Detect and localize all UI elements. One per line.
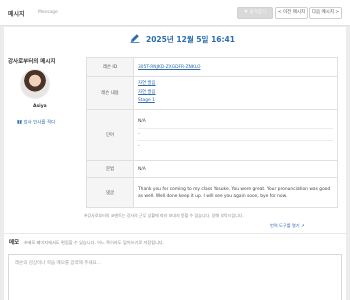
tutor-profile-link-label: 강사 인사를 적다 (23, 120, 56, 126)
translate-tool-link[interactable]: 번역 도구를 열기 ↗ (270, 223, 305, 229)
word-value-1: N/A (138, 116, 333, 129)
memo-textarea[interactable] (8, 254, 342, 300)
external-link-icon: ↗ (300, 224, 305, 229)
lesson-content-link-2[interactable]: 자연 발음 (138, 89, 333, 98)
favorite-button[interactable]: ♥ 즐겨찾기 (237, 7, 273, 19)
gift-icon (17, 120, 22, 124)
lesson-id-header: 레슨 ID (86, 57, 134, 77)
comment-header: 댓글 (86, 177, 134, 208)
grammar-header: 문법 (86, 160, 134, 178)
word-header: 단어 (86, 109, 134, 161)
lesson-content-link-3[interactable]: Stage 1 (138, 97, 333, 106)
tutor-avatar (20, 69, 50, 99)
memo-title: 메모 (9, 240, 20, 246)
message-date: 2025년 12월 5일 16:41 (146, 35, 235, 44)
word-value-3: - (138, 144, 140, 150)
prev-message-button[interactable]: < 이전 메시지 (275, 7, 308, 19)
top-bar: 메시지 Message ♥ 즐겨찾기 < 이전 메시지 다음 메시지 > (0, 0, 350, 26)
comment-note: ※강사로부터의 코멘트는 강사의 근무 상황에 따라 보내지 못할 수 있습니다… (84, 213, 244, 218)
tutor-comment: Thank you for coming to my class Yosuke.… (133, 177, 338, 208)
lesson-content-header: 레슨 내용 (86, 76, 134, 110)
word-value-2: - (138, 129, 333, 142)
translate-tool-link-label: 번역 도구를 열기 (270, 223, 300, 228)
grammar-value: N/A (133, 160, 338, 178)
memo-description: ※메모 페이지에서도 편집할 수 있습니다. 어느 쪽이라도 덮어쓰기로 저장됩… (24, 240, 165, 245)
lesson-content-link-1[interactable]: 자연 발음 (138, 80, 333, 89)
lesson-info-table: 레슨 ID 305T-RNJKD-ZXGDFR-ZNKLO 레슨 내용 자연 발… (86, 57, 338, 208)
page-title: 메시지 (8, 11, 25, 18)
page-subtitle: Message (38, 10, 58, 15)
tutor-profile-link[interactable]: 강사 인사를 적다 (17, 119, 55, 126)
tutor-section-label: 강사로부터의 메시지 (8, 59, 56, 65)
pencil-icon (130, 34, 140, 43)
lesson-id-link[interactable]: 305T-RNJKD-ZXGDFR-ZNKLO (138, 65, 200, 70)
next-message-button[interactable]: 다음 메시지 > (309, 7, 342, 19)
tutor-name: Asiya (33, 104, 47, 109)
section-divider (4, 233, 346, 234)
